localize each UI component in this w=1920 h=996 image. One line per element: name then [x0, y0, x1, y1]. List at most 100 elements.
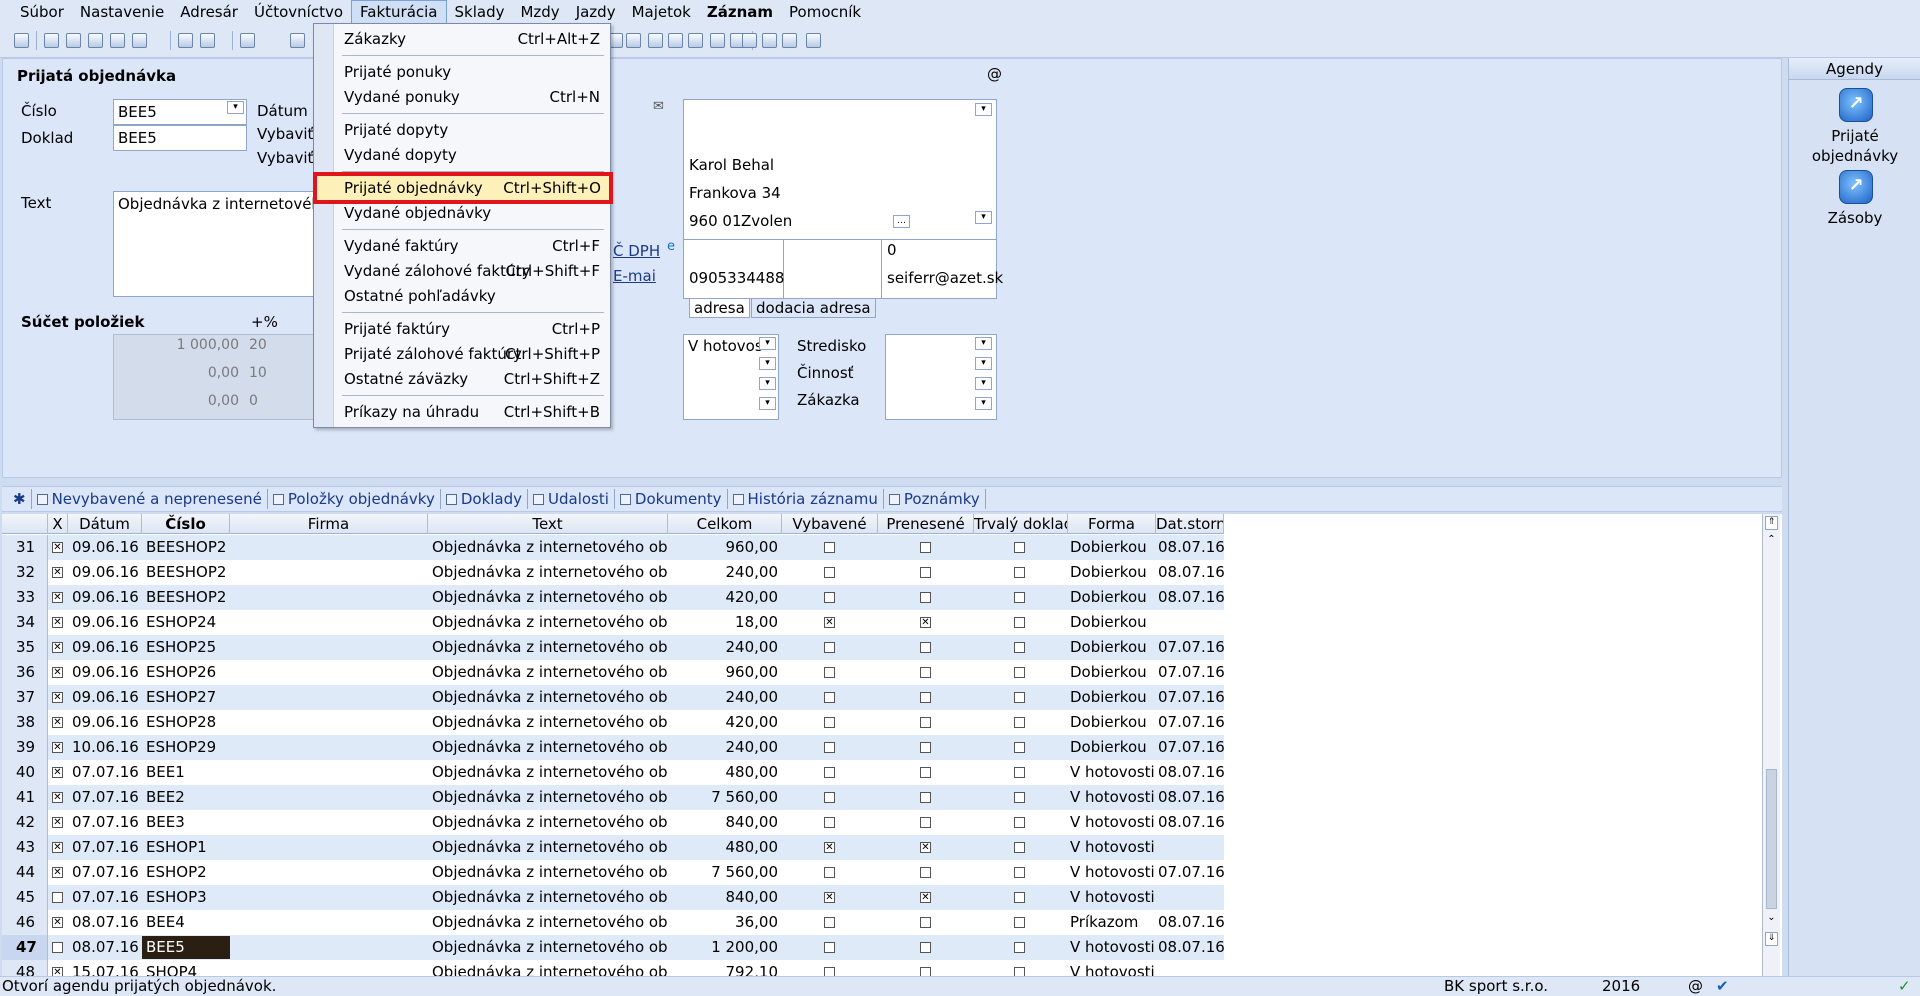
storno-checkbox[interactable]: ✕ [52, 567, 63, 578]
prenesene-checkbox[interactable] [920, 542, 931, 553]
row-number[interactable]: 36 [2, 660, 48, 685]
scroll-up-icon[interactable]: ⌃ [1765, 534, 1778, 546]
prenesene-checkbox[interactable]: ✕ [920, 842, 931, 853]
table-row[interactable]: 45 07.07.16 ESHOP3 Objednávka z internetové… [2, 885, 1224, 910]
prenesene-checkbox[interactable] [920, 767, 931, 778]
menu-item-prijate-ponuky[interactable]: Prijaté ponuky [336, 60, 608, 84]
storno-checkbox[interactable]: ✕ [52, 792, 63, 803]
tab-polozky[interactable]: Položky objednávky [268, 489, 441, 509]
menu-uctovnictvo[interactable]: Účtovníctvo [246, 0, 351, 24]
header-datstorna[interactable]: Dat.storna [1156, 514, 1224, 534]
storno-checkbox[interactable]: ✕ [52, 692, 63, 703]
table-row[interactable]: 39 ✕ 10.06.16 ESHOP29 Objednávka z interneto… [2, 735, 1224, 760]
menu-majetok[interactable]: Majetok [624, 0, 699, 24]
storno-checkbox[interactable]: ✕ [52, 717, 63, 728]
vybavene-checkbox[interactable] [824, 592, 835, 603]
row-number[interactable]: 45 [2, 885, 48, 910]
trvaly-checkbox[interactable] [1014, 567, 1025, 578]
vybavene-checkbox[interactable] [824, 942, 835, 953]
row-number[interactable]: 46 [2, 910, 48, 935]
row-number[interactable]: 35 [2, 635, 48, 660]
tab-poznamky[interactable]: Poznámky [884, 489, 986, 509]
storno-checkbox[interactable]: ✕ [52, 917, 63, 928]
menu-item-prijate-objednavky[interactable]: Prijaté objednávky Ctrl+Shift+O [313, 172, 613, 204]
row-number[interactable]: 33 [2, 585, 48, 610]
storno-checkbox[interactable]: ✕ [52, 767, 63, 778]
trvaly-checkbox[interactable] [1014, 667, 1025, 678]
doklad-field[interactable]: BEE5 [113, 125, 247, 151]
text-field[interactable]: Objednávka z internetového o [113, 191, 344, 297]
row-number[interactable]: 39 [2, 735, 48, 760]
menu-pomocnik[interactable]: Pomocník [781, 0, 869, 24]
tab-dodacia-adresa[interactable]: dodacia adresa [751, 299, 876, 318]
prenesene-checkbox[interactable] [920, 917, 931, 928]
storno-checkbox[interactable]: ✕ [52, 842, 63, 853]
prenesene-checkbox[interactable] [920, 817, 931, 828]
storno-checkbox[interactable] [52, 892, 63, 903]
header-vybavene[interactable]: Vybavené [782, 514, 878, 534]
trvaly-checkbox[interactable] [1014, 692, 1025, 703]
vybavene-checkbox[interactable]: ✕ [824, 892, 835, 903]
email-link[interactable]: E-mai [613, 267, 656, 285]
status-at-icon[interactable]: @ [1688, 977, 1703, 995]
spin-icon[interactable]: ▾ [759, 357, 776, 370]
row-number[interactable]: 37 [2, 685, 48, 710]
new-icon[interactable] [178, 33, 193, 48]
storno-checkbox[interactable] [52, 942, 63, 953]
ie-icon[interactable]: e [667, 239, 675, 254]
tab-star-icon[interactable]: ✱ [8, 489, 32, 509]
city-lookup-icon[interactable]: … [893, 215, 910, 228]
header-text[interactable]: Text [428, 514, 668, 534]
calc-icon[interactable] [648, 33, 663, 48]
header-cislo[interactable]: Číslo [142, 514, 230, 534]
prenesene-checkbox[interactable]: ✕ [920, 892, 931, 903]
table-row[interactable]: 47 08.07.16 BEE5 Objednávka z internetového… [2, 935, 1224, 960]
storno-checkbox[interactable]: ✕ [52, 617, 63, 628]
agenda-zasoby[interactable]: Zásoby [1789, 208, 1920, 228]
trvaly-checkbox[interactable] [1014, 792, 1025, 803]
payment-dropdown-icon[interactable]: ▾ [759, 337, 776, 350]
prenesene-checkbox[interactable] [920, 692, 931, 703]
trvaly-checkbox[interactable] [1014, 542, 1025, 553]
vybavene-checkbox[interactable] [824, 567, 835, 578]
row-number[interactable]: 47 [2, 935, 48, 960]
prenesene-checkbox[interactable] [920, 642, 931, 653]
dph-link[interactable]: Č DPH [613, 242, 660, 260]
spin-icon[interactable]: ▾ [759, 397, 776, 410]
menu-item-prijate-dopyty[interactable]: Prijaté dopyty [336, 118, 608, 142]
menu-adresar[interactable]: Adresár [172, 0, 246, 24]
storno-checkbox[interactable]: ✕ [52, 542, 63, 553]
menu-item-prikazy-na-uhradu[interactable]: Príkazy na úhradu Ctrl+Shift+B [336, 400, 608, 424]
vybavene-checkbox[interactable] [824, 792, 835, 803]
menu-item-vydane-faktury[interactable]: Vydané faktúry Ctrl+F [336, 234, 608, 258]
menu-subor[interactable]: Súbor [12, 0, 72, 24]
vybavene-checkbox[interactable] [824, 767, 835, 778]
tool-icon[interactable] [132, 33, 147, 48]
vybavene-checkbox[interactable] [824, 717, 835, 728]
header-datum[interactable]: Dátum [68, 514, 142, 534]
header-celkom[interactable]: Celkom [668, 514, 782, 534]
table-row[interactable]: 46 ✕ 08.07.16 BEE4 Objednávka z internetovéh… [2, 910, 1224, 935]
spin-icon[interactable]: ▾ [975, 357, 992, 370]
address-dropdown-icon[interactable]: ▾ [975, 103, 992, 116]
globe-icon[interactable] [626, 33, 641, 48]
trvaly-checkbox[interactable] [1014, 767, 1025, 778]
address-book-icon[interactable]: ✉ [653, 99, 664, 114]
vybavene-checkbox[interactable] [824, 692, 835, 703]
spin-icon[interactable]: ▾ [975, 337, 992, 350]
table-icon[interactable] [668, 33, 683, 48]
tab-doklady[interactable]: Doklady [441, 489, 529, 509]
menu-jazdy[interactable]: Jazdy [568, 0, 624, 24]
save-icon[interactable] [290, 33, 305, 48]
trvaly-checkbox[interactable] [1014, 867, 1025, 878]
menu-sklady[interactable]: Sklady [447, 0, 513, 24]
window-icon[interactable] [762, 33, 777, 48]
row-number[interactable]: 40 [2, 760, 48, 785]
tab-nevybavene[interactable]: Nevybavené a neprenesené [32, 489, 268, 509]
orders-agenda-icon[interactable]: ↗ [1839, 88, 1873, 122]
city-dropdown-icon[interactable]: ▾ [975, 211, 992, 224]
table-row[interactable]: 43 ✕ 07.07.16 ESHOP1 Objednávka z internetov… [2, 835, 1224, 860]
table-row[interactable]: 35 ✕ 09.06.16 ESHOP25 Objednávka z interneto… [2, 635, 1224, 660]
row-number[interactable]: 43 [2, 835, 48, 860]
storno-checkbox[interactable]: ✕ [52, 642, 63, 653]
